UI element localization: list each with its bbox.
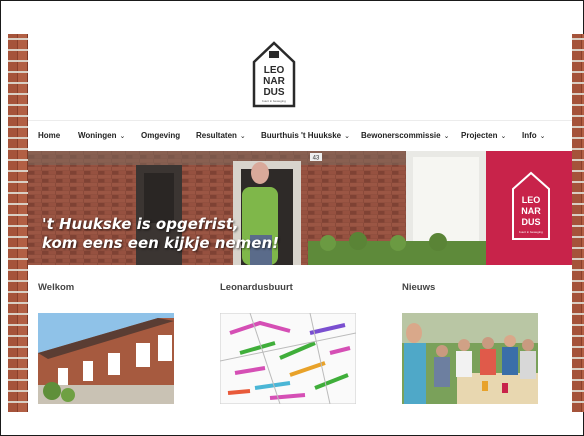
chevron-down-icon: ⌄ bbox=[539, 133, 546, 140]
nav-item-buurthuis[interactable]: Buurthuis 't Huukske ⌄ bbox=[261, 131, 350, 140]
logo-house-icon: LEO NAR DUS buurt in beweging bbox=[252, 41, 296, 108]
street-party-photo bbox=[402, 313, 538, 404]
leonardusbuurt-map[interactable] bbox=[220, 313, 356, 404]
nav-item-resultaten[interactable]: Resultaten ⌄ bbox=[196, 131, 246, 140]
nav-item-woningen[interactable]: Woningen ⌄ bbox=[78, 131, 125, 140]
section-title-welkom[interactable]: Welkom bbox=[38, 282, 74, 293]
nav-label: Woningen bbox=[78, 131, 117, 140]
nav-label: Buurthuis 't Huukske bbox=[261, 131, 342, 140]
hero-headline-line-1: 't Huukske is opgefrist, bbox=[42, 215, 239, 233]
hero-logo-line-3: DUS bbox=[521, 217, 540, 227]
house-number: 43 bbox=[313, 156, 320, 162]
logo-line-1: LEO bbox=[264, 65, 285, 76]
hero-logo-line-2: NAR bbox=[521, 206, 541, 216]
nav-item-home[interactable]: Home bbox=[38, 131, 60, 140]
nieuws-image[interactable] bbox=[402, 313, 538, 404]
street-houses-photo bbox=[38, 313, 174, 404]
hero-logo-line-1: LEO bbox=[522, 195, 541, 205]
hero-banner[interactable]: 43 LEO NAR DUS buurt in beweging 't Huuk… bbox=[28, 151, 572, 265]
nav-item-omgeving[interactable]: Omgeving bbox=[141, 131, 180, 140]
nav-label: Omgeving bbox=[141, 131, 181, 140]
chevron-down-icon: ⌄ bbox=[344, 133, 351, 140]
nav-label: Projecten bbox=[461, 131, 498, 140]
brick-background-left bbox=[8, 34, 28, 412]
chevron-down-icon: ⌄ bbox=[443, 133, 450, 140]
logo-line-3: DUS bbox=[263, 87, 284, 98]
nav-label: Bewonerscommissie bbox=[361, 131, 441, 140]
chevron-down-icon: ⌄ bbox=[119, 133, 126, 140]
main-nav: Home Woningen ⌄ Omgeving Resultaten ⌄ Buur… bbox=[28, 120, 572, 151]
chevron-down-icon: ⌄ bbox=[500, 133, 507, 140]
neighbourhood-map bbox=[220, 313, 356, 404]
nav-label: Home bbox=[38, 131, 61, 140]
nav-label: Info bbox=[522, 131, 537, 140]
nav-item-projecten[interactable]: Projecten ⌄ bbox=[461, 131, 506, 140]
nav-label: Resultaten bbox=[196, 131, 237, 140]
hero-headline-line-2: kom eens een kijkje nemen! bbox=[42, 234, 279, 252]
chevron-down-icon: ⌄ bbox=[239, 133, 246, 140]
section-title-nieuws[interactable]: Nieuws bbox=[402, 282, 435, 293]
nav-item-info[interactable]: Info ⌄ bbox=[522, 131, 546, 140]
logo-line-2: NAR bbox=[263, 76, 285, 87]
site-logo[interactable]: LEO NAR DUS buurt in beweging bbox=[252, 40, 296, 112]
hero-logo-subtitle: buurt in beweging bbox=[519, 230, 543, 234]
nav-item-bewonerscommissie[interactable]: Bewonerscommissie ⌄ bbox=[361, 131, 449, 140]
logo-subtitle: buurt in beweging bbox=[262, 99, 286, 103]
brick-background-right bbox=[572, 34, 584, 412]
hero-headline: 't Huukske is opgefrist, kom eens een ki… bbox=[42, 215, 279, 253]
section-title-leonardusbuurt[interactable]: Leonardusbuurt bbox=[220, 282, 293, 293]
welkom-image[interactable] bbox=[38, 313, 174, 404]
